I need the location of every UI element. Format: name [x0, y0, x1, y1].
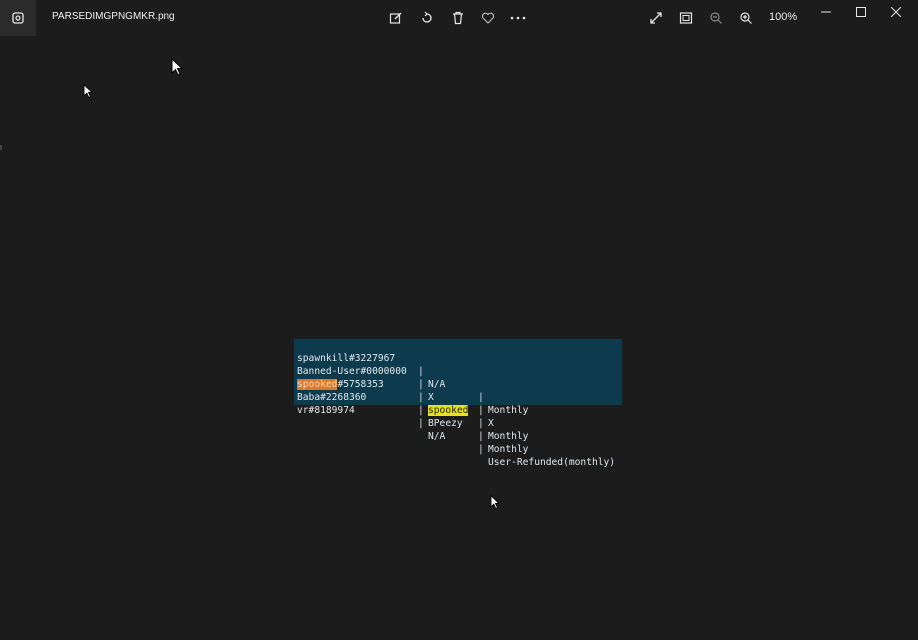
col2-text: N/A [428, 431, 446, 442]
user-text: #5758353 [337, 379, 384, 390]
col2-text: BPeezy [428, 418, 463, 429]
heart-icon[interactable] [478, 8, 498, 28]
col2-text: N/A [428, 379, 446, 390]
col2-cell: BPeezy [428, 417, 463, 430]
user-cell: vr#8189974 [297, 404, 355, 417]
column-separator: | [478, 431, 484, 442]
file-name: PARSEDIMGPNGMKR.png [52, 11, 175, 22]
close-icon[interactable] [885, 3, 907, 21]
col3-cell: Monthly [488, 431, 529, 442]
col3-cell: X [488, 418, 494, 429]
photos-app-icon[interactable] [0, 0, 36, 36]
col2-cell: N/A [428, 430, 445, 443]
col3-cell: Monthly [488, 444, 529, 455]
mouse-cursor-icon [83, 84, 93, 98]
title-bar: PARSEDIMGPNGMKR.png 100% [0, 0, 918, 36]
image-text-row: Banned-User#0000000 | X | X [294, 352, 494, 429]
rotate-icon[interactable] [417, 8, 437, 28]
zoom-in-icon[interactable] [736, 8, 756, 28]
fullscreen-icon[interactable] [646, 8, 666, 28]
image-text-row: Baba#2268360 | BPeezy | Monthly [294, 378, 528, 455]
trash-icon[interactable] [448, 8, 468, 28]
column-separator: | [478, 392, 484, 403]
more-options-icon[interactable] [508, 8, 528, 28]
maximize-icon[interactable] [850, 3, 872, 21]
image-text-row: spawnkill#3227967 | N/A | Monthly [294, 339, 528, 416]
col2-text: X [428, 392, 434, 403]
highlight-text: spooked [428, 405, 469, 416]
zoom-level[interactable]: 100% [769, 11, 797, 23]
column-separator: | [478, 405, 484, 416]
column-separator: | [418, 366, 424, 377]
user-text: vr#8189974 [297, 405, 355, 416]
col2-cell: N/A [428, 378, 445, 391]
edge-marker [0, 145, 2, 150]
minimize-icon[interactable] [815, 3, 837, 21]
column-separator: | [418, 379, 424, 390]
column-separator: | [418, 418, 424, 429]
col3-cell: Monthly [488, 405, 529, 416]
col2-cell: spooked [428, 404, 469, 417]
col3-cell: User-Refunded(monthly) [488, 457, 616, 468]
image-text-row: vr#8189974 | N/A | User-Refunded(monthly… [294, 391, 615, 468]
column-separator: | [478, 418, 484, 429]
zoom-out-icon[interactable] [706, 8, 726, 28]
mouse-cursor-icon [490, 495, 500, 509]
mouse-cursor-icon [171, 58, 183, 76]
image-viewport[interactable]: spawnkill#3227967 | N/A | Monthly Banned… [294, 339, 622, 468]
edit-image-icon[interactable] [386, 8, 406, 28]
column-separator: | [478, 444, 484, 455]
column-separator: | [418, 392, 424, 403]
fit-to-window-icon[interactable] [676, 8, 696, 28]
col2-cell: X [428, 391, 434, 404]
image-text-row: spooked#5758353 | spooked | Monthly [294, 365, 528, 442]
column-separator: | [418, 405, 424, 416]
